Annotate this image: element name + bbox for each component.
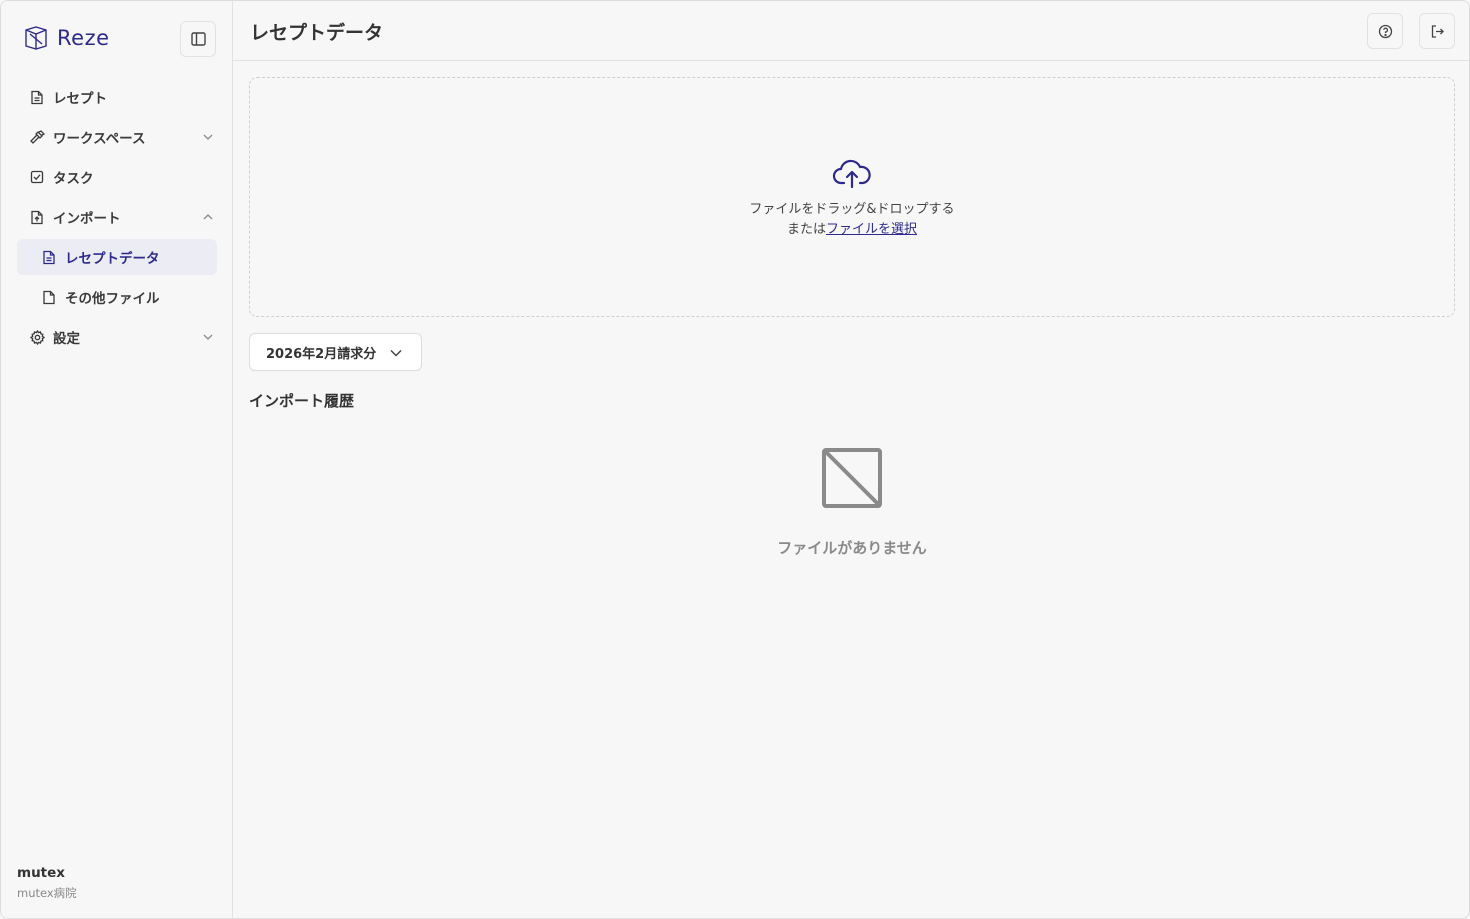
- no-image-icon: [822, 448, 882, 508]
- hammer-icon: [29, 129, 45, 145]
- sidebar-nav: レセプト ワークスペース タスク インポート レセプトデータ その他ファイル 設…: [17, 79, 217, 359]
- help-button[interactable]: [1367, 13, 1403, 49]
- brand-name: Reze: [57, 26, 110, 50]
- dropzone-content: ファイルをドラッグ&ドロップする またはファイルを選択: [250, 158, 1454, 240]
- logout-icon: [1431, 24, 1444, 38]
- page-title: レセプトデータ: [250, 22, 384, 44]
- sidebar-item-label: ワークスペース: [53, 131, 146, 147]
- gear-icon: [29, 329, 45, 345]
- sidebar-item-label: レセプト: [53, 91, 107, 107]
- dropzone-alternative: またはファイルを選択: [250, 220, 1454, 240]
- file-dropzone[interactable]: ファイルをドラッグ&ドロップする またはファイルを選択: [249, 77, 1455, 317]
- sidebar-item-label: その他ファイル: [65, 291, 160, 307]
- sidebar-toggle-button[interactable]: [180, 21, 216, 57]
- chevron-down-icon: [203, 134, 213, 140]
- billing-period-select[interactable]: 2026年2月請求分: [249, 333, 422, 371]
- sidebar-item-receipt[interactable]: レセプト: [17, 79, 217, 115]
- sidebar-item-label: タスク: [53, 171, 94, 187]
- empty-state-text: ファイルがありません: [777, 539, 927, 557]
- select-file-link[interactable]: ファイルを選択: [826, 222, 917, 237]
- dropzone-or-text: または: [786, 222, 826, 237]
- document-icon: [41, 249, 57, 265]
- chevron-up-icon: [203, 214, 213, 220]
- reze-logo-icon: [25, 26, 47, 50]
- user-info[interactable]: mutex mutex病院: [17, 865, 77, 901]
- cloud-upload-icon: [832, 159, 871, 189]
- sidebar-item-label: 設定: [53, 331, 80, 347]
- chevron-down-icon: [390, 349, 402, 357]
- logout-button[interactable]: [1419, 13, 1455, 49]
- sidebar-item-other-files[interactable]: その他ファイル: [17, 279, 217, 315]
- sidebar-panel-icon: [190, 32, 206, 46]
- sidebar-item-label: インポート: [53, 211, 121, 227]
- chevron-down-icon: [203, 334, 213, 340]
- sidebar-item-settings[interactable]: 設定: [17, 319, 217, 355]
- page-header: レセプトデータ: [233, 1, 1469, 61]
- sidebar: Reze レセプト ワークスペース タスク インポート レセプトデータ その他フ…: [1, 1, 233, 918]
- document-icon: [29, 89, 45, 105]
- sidebar-item-workspace[interactable]: ワークスペース: [17, 119, 217, 155]
- brand-logo[interactable]: Reze: [23, 25, 110, 51]
- help-icon: [1378, 24, 1392, 38]
- checkbox-icon: [29, 169, 45, 185]
- sidebar-item-label: レセプトデータ: [65, 251, 160, 267]
- sidebar-item-task[interactable]: タスク: [17, 159, 217, 195]
- import-history-title: インポート履歴: [249, 392, 355, 410]
- dropzone-instruction: ファイルをドラッグ&ドロップする: [749, 202, 955, 217]
- user-name: mutex: [17, 865, 65, 881]
- sidebar-item-import[interactable]: インポート: [17, 199, 217, 235]
- billing-period-value: 2026年2月請求分: [266, 346, 377, 362]
- empty-state: ファイルがありません: [721, 447, 983, 558]
- user-organization: mutex病院: [17, 886, 77, 900]
- file-import-icon: [29, 209, 45, 225]
- sidebar-item-receipt-data[interactable]: レセプトデータ: [17, 239, 217, 275]
- app-window: Reze レセプト ワークスペース タスク インポート レセプトデータ その他フ…: [0, 0, 1470, 919]
- file-icon: [41, 289, 57, 305]
